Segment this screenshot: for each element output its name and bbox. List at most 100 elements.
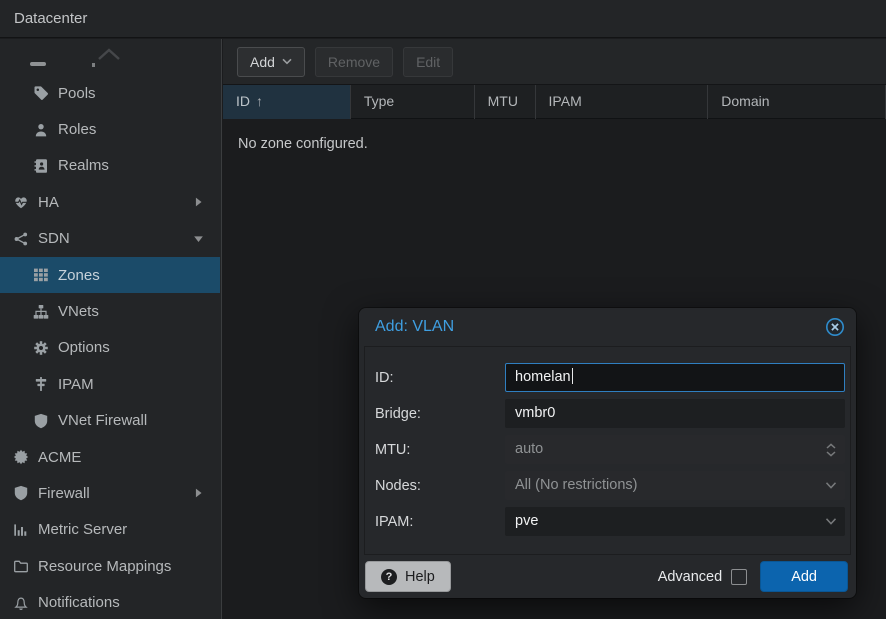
sidebar-item-label: Firewall: [38, 485, 90, 502]
certificate-icon: [13, 449, 31, 465]
sidebar-item-sdn[interactable]: SDN: [0, 221, 220, 257]
shield-icon: [33, 413, 51, 429]
add-button[interactable]: Add: [237, 47, 305, 77]
sidebar-item-label: VNet Firewall: [58, 412, 147, 429]
dialog-body: ID: homelan Bridge: vmbr0 MTU: auto Nodes:All …: [364, 346, 851, 555]
resource-tree-sidebar: Pools Roles Realms HA SDN Zones VNets Options IP…: [0, 39, 222, 619]
sidebar-item-notifications[interactable]: Notifications: [0, 584, 220, 619]
toolbar-button-label: Edit: [416, 54, 440, 70]
window-title: Datacenter: [0, 0, 886, 38]
bridge-input[interactable]: vmbr0: [505, 399, 845, 428]
advanced-label: Advanced: [658, 569, 723, 585]
field-value: All (No restrictions): [515, 477, 637, 493]
remove-button[interactable]: Remove: [315, 47, 393, 77]
grid-empty-text: No zone configured.: [238, 136, 886, 152]
edit-button[interactable]: Edit: [403, 47, 453, 77]
user-icon: [33, 122, 51, 138]
chevron-down-icon: [282, 58, 292, 65]
ipam-sign-icon: [33, 376, 51, 392]
column-label: Type: [364, 93, 394, 109]
field-label: Bridge:: [375, 406, 505, 422]
column-header-domain[interactable]: Domain: [708, 85, 886, 119]
add-submit-button[interactable]: Add: [760, 561, 848, 592]
form-row: IPAM: pve: [375, 507, 845, 536]
field-label: IPAM:: [375, 514, 505, 530]
clipped-item-fragment: [30, 62, 46, 66]
help-button[interactable]: ? Help: [365, 561, 451, 592]
field-label: ID:: [375, 370, 505, 386]
sidebar-item-zones[interactable]: Zones: [0, 257, 220, 293]
sidebar-item-label: Roles: [58, 121, 96, 138]
form-row: Bridge: vmbr0: [375, 399, 845, 428]
sidebar-item-label: HA: [38, 194, 59, 211]
nodes-select[interactable]: All (No restrictions): [505, 471, 845, 500]
mtu-spinner[interactable]: auto: [505, 435, 845, 464]
network-nodes-icon: [13, 231, 31, 247]
folder-icon: [13, 558, 31, 574]
sidebar-item-label: ACME: [38, 449, 81, 466]
sidebar-nav: Pools Roles Realms HA SDN Zones VNets Options IP…: [0, 75, 220, 619]
sidebar-item-metric-server[interactable]: Metric Server: [0, 512, 220, 548]
chevron-down-icon[interactable]: [825, 472, 837, 499]
advanced-checkbox[interactable]: [731, 569, 747, 585]
form-row: ID: homelan: [375, 363, 845, 392]
question-circle-icon: ?: [381, 569, 397, 585]
close-icon[interactable]: [825, 317, 845, 337]
column-header-ipam[interactable]: IPAM: [536, 85, 709, 119]
chevron-down-icon[interactable]: [825, 508, 837, 535]
sidebar-item-roles[interactable]: Roles: [0, 111, 220, 147]
sidebar-item-realms[interactable]: Realms: [0, 148, 220, 184]
column-header-type[interactable]: Type: [351, 85, 475, 119]
field-value: homelan: [515, 369, 571, 385]
toolbar-button-label: Remove: [328, 54, 380, 70]
spinner-arrows-icon[interactable]: [825, 436, 837, 463]
dialog-title: Add: VLAN: [375, 318, 825, 336]
gear-icon: [33, 340, 51, 356]
dialog-header[interactable]: Add: VLAN: [359, 308, 856, 346]
sort-ascending-icon: ↑: [256, 93, 263, 109]
sidebar-item-label: Metric Server: [38, 521, 127, 538]
sidebar-item-options[interactable]: Options: [0, 330, 220, 366]
sidebar-item-vnet-firewall[interactable]: VNet Firewall: [0, 403, 220, 439]
form-row: Nodes:All (No restrictions): [375, 471, 845, 500]
sidebar-item-pools[interactable]: Pools: [0, 75, 220, 111]
sidebar-item-ipam[interactable]: IPAM: [0, 366, 220, 402]
shield-icon: [13, 485, 31, 501]
sidebar-item-label: Pools: [58, 85, 96, 102]
column-header-mtu[interactable]: MTU: [475, 85, 536, 119]
field-label: MTU:: [375, 442, 505, 458]
column-label: ID: [236, 93, 250, 109]
field-value: auto: [515, 441, 543, 457]
sidebar-item-label: Options: [58, 339, 110, 356]
id-input[interactable]: homelan: [505, 363, 845, 392]
grid-icon: [33, 267, 51, 283]
field-value: vmbr0: [515, 405, 555, 421]
sidebar-item-vnets[interactable]: VNets: [0, 293, 220, 329]
address-book-icon: [33, 158, 51, 174]
dialog-footer: ? Help Advanced Add: [359, 555, 856, 598]
chevron-down-icon[interactable]: [192, 232, 205, 245]
sidebar-item-label: Resource Mappings: [38, 558, 171, 575]
bell-icon: [13, 595, 31, 611]
sidebar-item-label: Notifications: [38, 594, 120, 611]
column-header-id[interactable]: ID ↑: [223, 85, 351, 119]
toolbar-button-label: Add: [250, 54, 275, 70]
chevron-up-icon: [96, 47, 122, 64]
chevron-right-icon[interactable]: [192, 196, 205, 209]
sidebar-item-label: Zones: [58, 267, 100, 284]
sidebar-item-label: VNets: [58, 303, 99, 320]
heartbeat-icon: [13, 194, 31, 210]
column-label: MTU: [488, 93, 518, 109]
chevron-right-icon[interactable]: [192, 487, 205, 500]
sidebar-item-label: SDN: [38, 230, 70, 247]
sitemap-icon: [33, 304, 51, 320]
ipam-select[interactable]: pve: [505, 507, 845, 536]
sidebar-item-firewall[interactable]: Firewall: [0, 475, 220, 511]
add-vlan-dialog: Add: VLAN ID: homelan Bridge: vmbr0 MTU: auto…: [359, 308, 856, 598]
grid-header: ID ↑ Type MTU IPAMDomain: [223, 85, 886, 119]
sidebar-item-resource-mappings[interactable]: Resource Mappings: [0, 548, 220, 584]
field-value: pve: [515, 513, 538, 529]
sidebar-item-ha[interactable]: HA: [0, 184, 220, 220]
bar-chart-icon: [13, 522, 31, 538]
sidebar-item-acme[interactable]: ACME: [0, 439, 220, 475]
